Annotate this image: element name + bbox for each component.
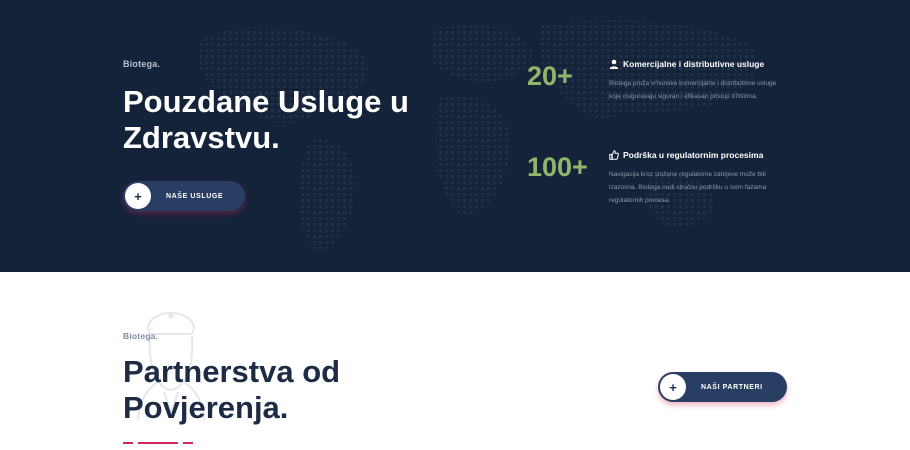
stat-number-commercial: 20+ <box>527 61 573 91</box>
feature-heading-regulatory: Podrška u regulatornim procesima <box>609 150 763 160</box>
hero-section: Biotega. Pouzdane Usluge u Zdravstvu. + … <box>0 0 910 272</box>
our-services-button-label: NAŠE USLUGE <box>166 192 224 200</box>
feature-heading-regulatory-label: Podrška u regulatornim procesima <box>623 150 764 160</box>
feature-text-commercial: Biotega pruža vrhunske komercijalne i di… <box>609 80 777 100</box>
feature-text-regulatory: Navigacija kroz složene regulatorne zaht… <box>609 171 767 204</box>
our-services-button[interactable]: + NAŠE USLUGE <box>123 181 245 211</box>
user-icon <box>609 59 619 69</box>
partners-section: Biotega. Partnerstva od Povjerenja. + NA… <box>0 272 910 450</box>
title-underline <box>123 442 195 445</box>
feature-heading-commercial: Komercijalne i distributivne usluge <box>609 59 764 69</box>
plus-icon: + <box>125 183 151 209</box>
thumbs-up-icon <box>609 150 619 160</box>
stat-number-regulatory: 100+ <box>527 152 588 182</box>
partners-title: Partnerstva od Povjerenja. <box>123 354 341 425</box>
our-partners-button-label: NAŠI PARTNERI <box>701 383 763 391</box>
hero-title: Pouzdane Usluge u Zdravstvu. <box>123 84 409 155</box>
our-partners-button[interactable]: + NAŠI PARTNERI <box>658 372 787 402</box>
plus-icon: + <box>660 374 686 400</box>
hero-brand: Biotega. <box>123 59 161 69</box>
partners-brand: Biotega. <box>123 331 159 341</box>
feature-heading-commercial-label: Komercijalne i distributivne usluge <box>623 59 765 69</box>
